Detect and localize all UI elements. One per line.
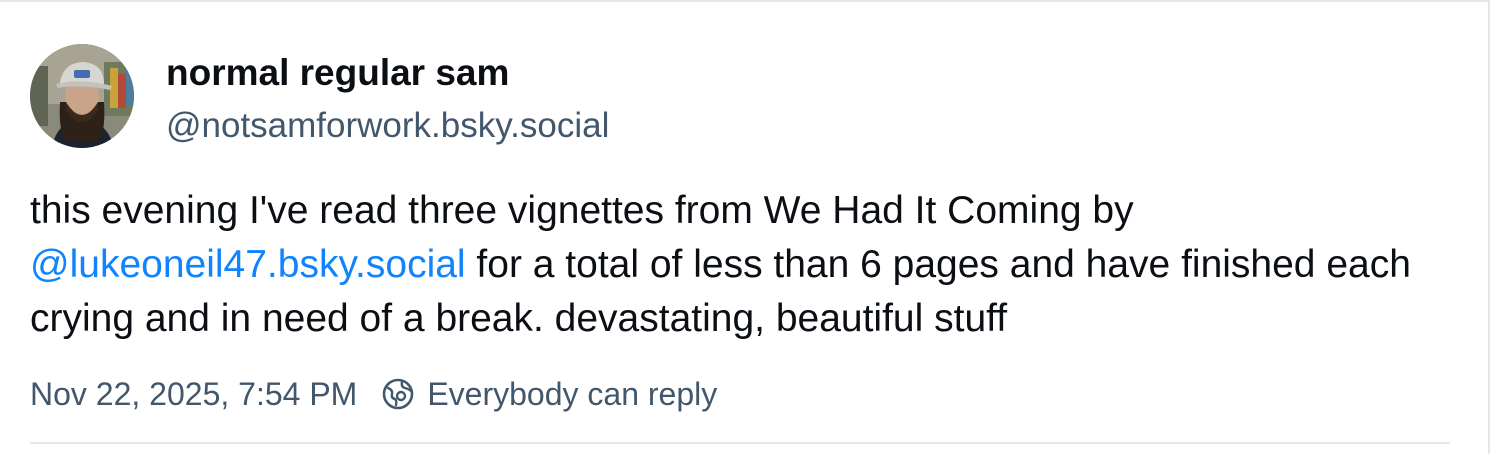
author-avatar[interactable] [30, 44, 134, 148]
author-handle[interactable]: @notsamforwork.bsky.social [166, 106, 609, 146]
author-display-name[interactable]: normal regular sam [166, 52, 509, 94]
mention-link[interactable]: @lukeoneil47.bsky.social [30, 243, 466, 286]
post-timestamp[interactable]: Nov 22, 2025, 7:54 PM [30, 376, 357, 413]
post-meta: Nov 22, 2025, 7:54 PM Everybody can repl… [30, 374, 717, 414]
user-avatar-photo-icon [30, 44, 134, 148]
post-text-part: this evening I've read three vignettes f… [30, 189, 1134, 232]
post-card: normal regular sam @notsamforwork.bsky.s… [0, 0, 1490, 454]
globe-reply-icon [381, 377, 415, 411]
reply-setting-label: Everybody can reply [427, 375, 718, 412]
post-divider [30, 442, 1450, 444]
reply-setting[interactable]: Everybody can reply [381, 376, 717, 413]
post-text: this evening I've read three vignettes f… [30, 184, 1460, 346]
